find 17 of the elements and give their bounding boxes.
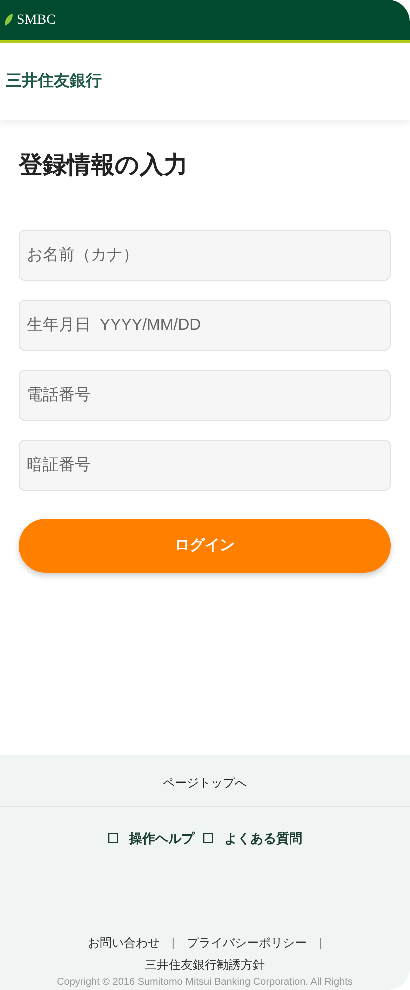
input-field[interactable]: 電話番号	[19, 370, 391, 421]
input-field[interactable]: お名前（カナ）	[19, 230, 391, 281]
separator: |	[319, 935, 322, 952]
bank-name: 三井住友銀行	[6, 72, 102, 92]
footer-link[interactable]: プライバシーポリシー	[187, 934, 307, 952]
input-field[interactable]: 暗証番号	[19, 440, 391, 491]
logo-text: SMBC	[17, 12, 56, 30]
page-top-link[interactable]: ページトップへ	[163, 774, 247, 792]
footer-link[interactable]: お問い合わせ	[88, 934, 160, 952]
leaf-icon	[4, 13, 14, 27]
footer-link[interactable]: 三井住友銀行勧誘方針	[145, 956, 265, 974]
help-link[interactable]: ☐ 操作ヘルプ	[108, 829, 194, 848]
page-title: 登録情報の入力	[19, 151, 189, 181]
copyright: Copyright © 2016 Sumitomo Mitsui Banking Corporation. All Rights	[57, 976, 353, 990]
separator: |	[172, 935, 175, 952]
input-field[interactable]: 生年月日 YYYY/MM/DD	[19, 300, 391, 351]
help-link[interactable]: ☐ よくある質問	[202, 829, 302, 848]
